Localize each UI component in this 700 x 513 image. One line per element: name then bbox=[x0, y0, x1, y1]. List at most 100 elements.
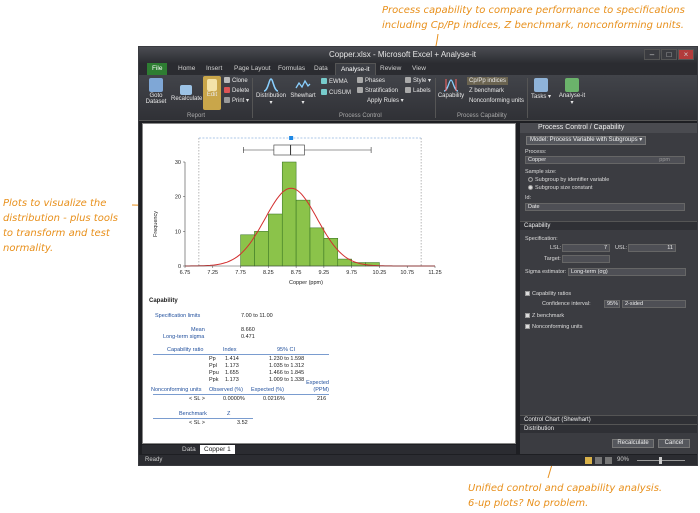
z-benchmark-label: Z benchmark bbox=[469, 88, 505, 94]
z-benchmark-label-panel: Z benchmark bbox=[532, 313, 565, 319]
nonconforming-checkbox[interactable]: Nonconforming units bbox=[525, 324, 582, 330]
process-field[interactable]: Copper ppm bbox=[525, 156, 685, 164]
goto-dataset-button[interactable]: Goto Dataset bbox=[143, 78, 169, 105]
histogram-bar bbox=[268, 213, 283, 267]
confidence-field[interactable]: 95% bbox=[604, 300, 620, 308]
cusum-icon bbox=[321, 89, 327, 95]
nc-header-name: Nonconforming units bbox=[151, 387, 202, 393]
ratio-cell-index: 1.414 bbox=[225, 356, 239, 362]
process-control-group-label: Process Control bbox=[339, 113, 382, 119]
sheet-tab-data[interactable]: Data bbox=[178, 445, 200, 454]
y-tick-label: 10 bbox=[175, 229, 181, 235]
x-tick-label: 7.75 bbox=[235, 270, 246, 276]
sigma-estimator-dropdown[interactable]: Long-term (σg) bbox=[568, 268, 686, 276]
zoom-level: 90% bbox=[617, 457, 630, 463]
tab-view[interactable]: View bbox=[407, 63, 431, 75]
capability-section[interactable]: Capability bbox=[520, 221, 697, 230]
cp-pp-button[interactable]: Cp/Pp indices bbox=[467, 77, 509, 85]
recalculate-button[interactable]: Recalculate bbox=[171, 85, 202, 102]
tasks-icon bbox=[534, 78, 548, 92]
excel-window: Copper.xlsx - Microsoft Excel + Analyse-… bbox=[138, 46, 698, 466]
x-axis-label: Copper (ppm) bbox=[289, 280, 323, 286]
view-layout-icon[interactable] bbox=[595, 457, 602, 464]
sheet-tabs: Data Copper 1 bbox=[142, 445, 516, 454]
tab-formulas[interactable]: Formulas bbox=[273, 63, 310, 75]
radio-subgroup-identifier[interactable]: Subgroup by identifier variable bbox=[528, 177, 609, 183]
clone-icon bbox=[224, 77, 230, 83]
tab-page-layout[interactable]: Page Layout bbox=[229, 63, 276, 75]
capability-button[interactable]: Capability bbox=[437, 78, 465, 99]
distribution-button[interactable]: Distribution ▾ bbox=[255, 78, 287, 106]
sided-value: 2-sided bbox=[625, 301, 644, 307]
tab-insert[interactable]: Insert bbox=[201, 63, 227, 75]
cancel-button[interactable]: Cancel bbox=[658, 439, 690, 448]
stratification-button[interactable]: Stratification bbox=[357, 87, 398, 95]
usl-field[interactable]: 11 bbox=[628, 244, 676, 252]
phases-button[interactable]: Phases bbox=[357, 77, 385, 85]
ratio-header-name: Capability ratio bbox=[167, 347, 204, 353]
print-button[interactable]: Print ▾ bbox=[224, 97, 249, 105]
cusum-button[interactable]: CUSUM bbox=[321, 89, 351, 97]
target-field[interactable] bbox=[562, 255, 610, 263]
ewma-label: EWMA bbox=[329, 79, 348, 85]
histogram-bar bbox=[254, 231, 269, 267]
bench-row-name: < SL > bbox=[189, 420, 206, 426]
distribution-section[interactable]: Distribution bbox=[520, 424, 697, 433]
apply-rules-button[interactable]: Apply Rules ▾ bbox=[367, 97, 404, 105]
ratio-cell-index: 1.655 bbox=[225, 370, 239, 376]
tab-file[interactable]: File bbox=[147, 63, 168, 75]
view-break-icon[interactable] bbox=[605, 457, 612, 464]
goto-dataset-label: Goto Dataset bbox=[145, 93, 167, 105]
view-normal-icon[interactable] bbox=[585, 457, 592, 464]
zoom-slider-thumb[interactable] bbox=[659, 457, 662, 464]
worksheet[interactable]: 6.75 7.25 7.75 8.25 8.75 9.25 9.75 10.25 10.75 11… bbox=[142, 123, 516, 444]
tab-analyse-it[interactable]: Analyse-it bbox=[335, 63, 376, 75]
tab-review[interactable]: Review bbox=[375, 63, 406, 75]
ewma-button[interactable]: EWMA bbox=[321, 78, 348, 86]
capability-ratios-check-icon bbox=[525, 291, 530, 296]
ratio-cell-name: Ppu bbox=[209, 370, 219, 376]
z-benchmark-button[interactable]: Z benchmark bbox=[469, 87, 504, 95]
close-icon[interactable]: × bbox=[678, 49, 694, 60]
minimize-icon[interactable]: – bbox=[644, 49, 660, 60]
labels-button[interactable]: Labels bbox=[405, 87, 431, 95]
nc-row-observed: 0.0000% bbox=[223, 396, 245, 402]
recalculate-icon bbox=[180, 85, 192, 95]
model-dropdown[interactable]: Model: Process Variable with Subgroups ▾ bbox=[526, 136, 646, 145]
radio-subgroup-constant[interactable]: Subgroup size constant bbox=[528, 185, 592, 191]
style-button[interactable]: Style ▾ bbox=[405, 77, 431, 85]
separator-2 bbox=[435, 78, 436, 118]
lsl-field[interactable]: 7 bbox=[562, 244, 610, 252]
clone-button[interactable]: Clone bbox=[224, 77, 248, 85]
sided-dropdown[interactable]: 2-sided bbox=[622, 300, 686, 308]
ratio-cell-ci: 1.035 to 1.312 bbox=[269, 363, 305, 369]
histogram-bar bbox=[281, 161, 297, 267]
ratio-cell-name: Ppk bbox=[209, 377, 219, 383]
ratio-cell-index: 1.173 bbox=[225, 363, 239, 369]
y-tick-label: 20 bbox=[175, 195, 181, 201]
style-icon bbox=[405, 77, 411, 83]
control-chart-section[interactable]: Control Chart (Shewhart) bbox=[520, 415, 697, 424]
shewhart-button[interactable]: Shewhart ▾ bbox=[289, 78, 317, 106]
sheet-tab-copper[interactable]: Copper 1 bbox=[200, 445, 235, 454]
maximize-icon[interactable]: □ bbox=[661, 49, 677, 60]
tab-data[interactable]: Data bbox=[309, 63, 333, 75]
analyse-it-button[interactable]: Analyse-it ▾ bbox=[557, 78, 587, 106]
box-mean-marker bbox=[289, 136, 294, 140]
nc-header-observed: Observed (%) bbox=[209, 387, 243, 393]
capability-ratios-checkbox[interactable]: Capability ratios bbox=[525, 291, 571, 297]
edit-button[interactable]: Edit bbox=[203, 76, 221, 110]
sigma-estimator-label: Sigma estimator: bbox=[525, 269, 567, 275]
x-tick-label: 11.25 bbox=[428, 270, 441, 276]
nonconforming-button[interactable]: Nonconforming units bbox=[469, 97, 524, 105]
tab-home[interactable]: Home bbox=[173, 63, 200, 75]
process-capability-group-label: Process Capability bbox=[457, 113, 507, 119]
radio-identifier-label: Subgroup by identifier variable bbox=[535, 177, 610, 183]
id-field[interactable]: Date bbox=[525, 203, 685, 211]
delete-label: Delete bbox=[232, 88, 250, 94]
histogram-bar bbox=[309, 227, 325, 267]
delete-button[interactable]: Delete bbox=[224, 87, 249, 95]
z-benchmark-checkbox[interactable]: Z benchmark bbox=[525, 313, 564, 319]
recalculate-panel-button[interactable]: Recalculate bbox=[612, 439, 654, 448]
tasks-button[interactable]: Tasks ▾ bbox=[529, 78, 553, 100]
